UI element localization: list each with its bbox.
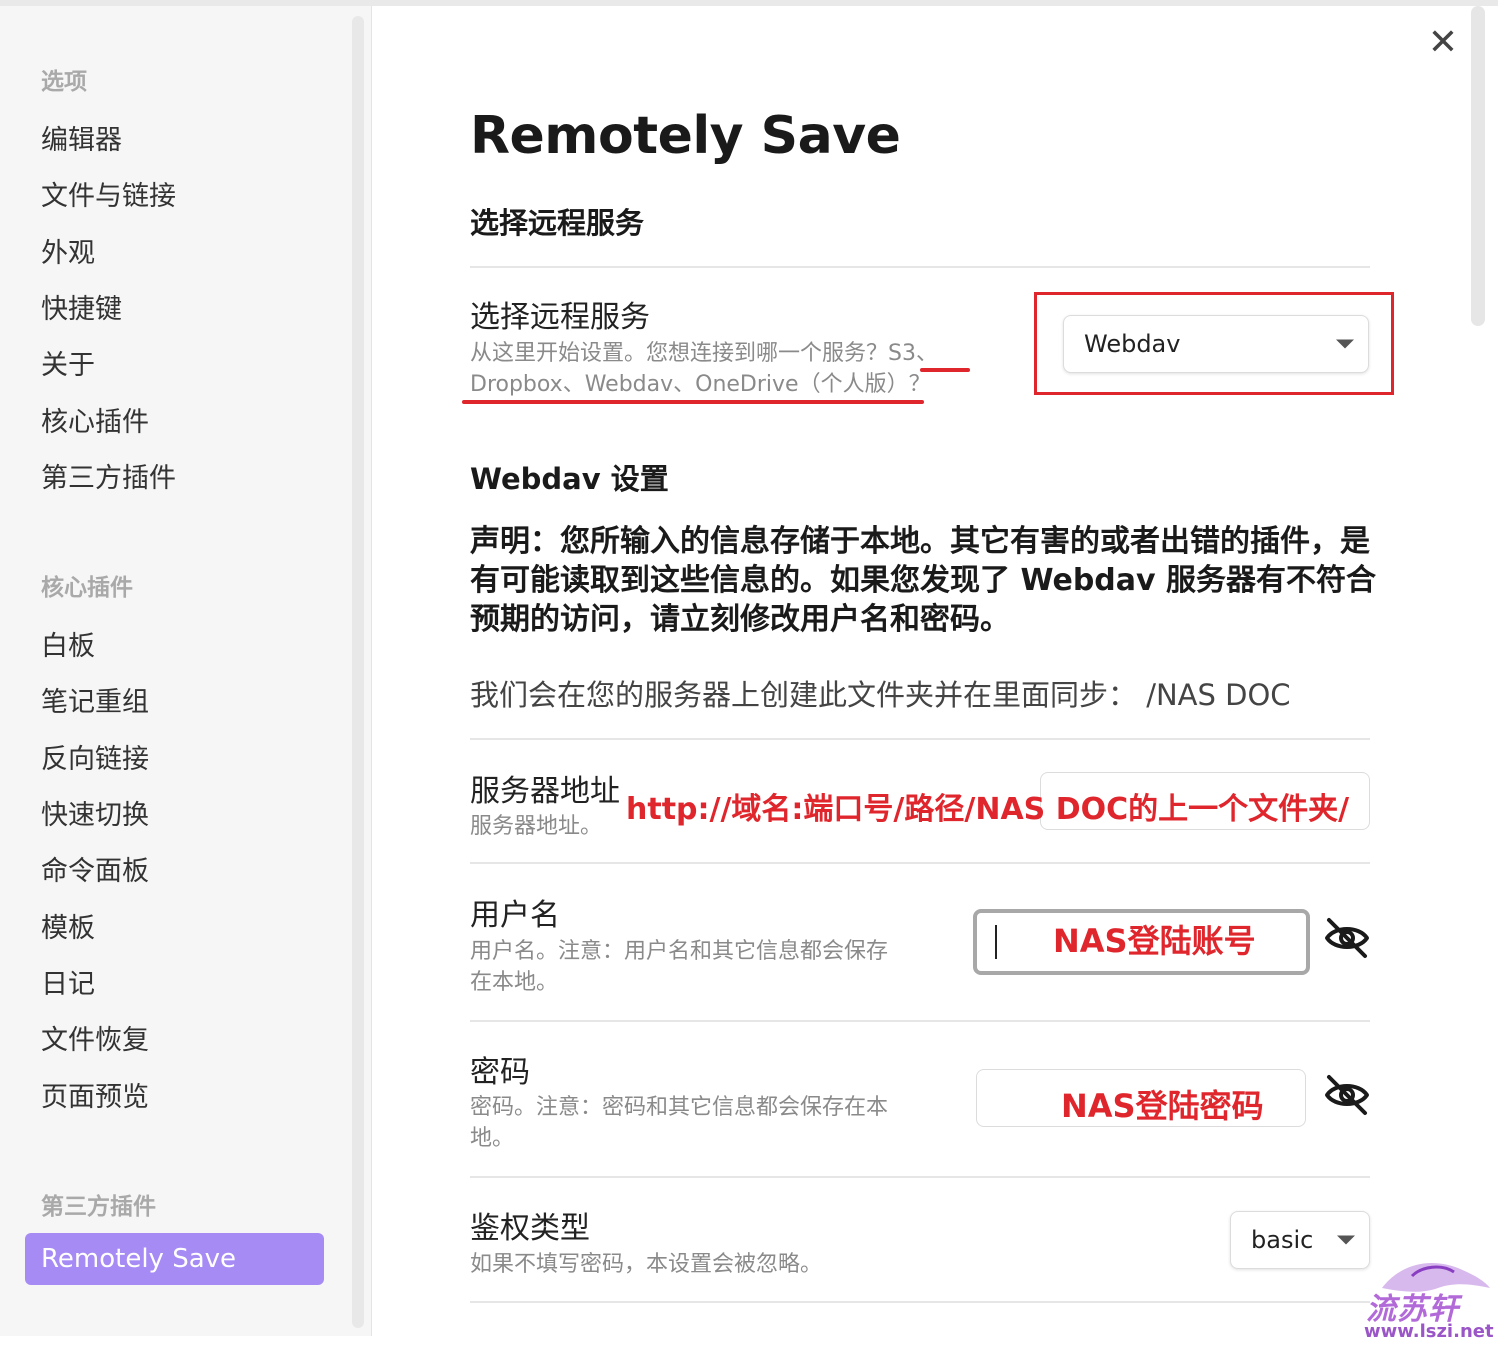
sidebar-item-editor[interactable]: 编辑器 bbox=[41, 118, 122, 157]
setting-desc-password-line1: 密码。注意：密码和其它信息都会保存在本 bbox=[470, 1095, 889, 1120]
divider bbox=[470, 862, 1370, 864]
setting-desc-service-line2: Dropbox、Webdav、OneDrive（个人版）？ bbox=[470, 372, 931, 397]
annotation-username-hint: NAS登陆账号 bbox=[1053, 922, 1256, 960]
sidebar-item-backlinks[interactable]: 反向链接 bbox=[41, 737, 149, 776]
sidebar-item-about[interactable]: 关于 bbox=[41, 343, 95, 382]
sidebar-item-canvas[interactable]: 白板 bbox=[41, 624, 95, 663]
sidebar-item-file-recovery[interactable]: 文件恢复 bbox=[41, 1018, 149, 1057]
settings-modal: 选项 编辑器 文件与链接 外观 快捷键 关于 核心插件 第三方插件 核心插件 白… bbox=[0, 0, 1498, 1348]
section-heading-webdav: Webdav 设置 bbox=[470, 462, 669, 496]
watermark-url: www.lszi.net bbox=[1364, 1321, 1494, 1342]
annotation-server-hint: http://域名:端口号/路径/NAS DOC的上一个文件夹/ bbox=[626, 792, 1350, 827]
annotation-underline bbox=[462, 400, 924, 404]
content-scrollbar[interactable] bbox=[1471, 6, 1485, 326]
chevron-down-icon bbox=[1337, 1235, 1355, 1245]
text-cursor bbox=[995, 925, 997, 959]
setting-name-username: 用户名 bbox=[470, 898, 560, 933]
setting-desc-username-line2: 在本地。 bbox=[470, 970, 559, 995]
setting-desc-service-line1: 从这里开始设置。您想连接到哪一个服务？S3、 bbox=[470, 341, 938, 366]
sidebar-item-core-plugins[interactable]: 核心插件 bbox=[41, 400, 149, 439]
auth-type-select-value: basic bbox=[1251, 1226, 1314, 1254]
sidebar-group-core: 核心插件 bbox=[41, 575, 133, 601]
setting-name-service: 选择远程服务 bbox=[470, 300, 650, 335]
setting-desc-password-line2: 地。 bbox=[470, 1126, 515, 1151]
divider bbox=[470, 1301, 1370, 1303]
setting-name-server: 服务器地址 bbox=[470, 774, 620, 809]
sidebar-item-templates[interactable]: 模板 bbox=[41, 906, 95, 945]
divider bbox=[470, 738, 1370, 740]
sidebar-item-appearance[interactable]: 外观 bbox=[41, 231, 95, 270]
sidebar-item-remotely-save[interactable]: Remotely Save bbox=[25, 1233, 324, 1285]
remote-folder-info: 我们会在您的服务器上创建此文件夹并在里面同步： /NAS DOC bbox=[470, 678, 1291, 712]
sidebar-scrollbar[interactable] bbox=[352, 16, 364, 1328]
page-title: Remotely Save bbox=[470, 106, 901, 166]
auth-type-select[interactable]: basic bbox=[1230, 1211, 1370, 1269]
notice-text-bold: Webdav bbox=[1020, 563, 1156, 598]
setting-desc-username-line1: 用户名。注意：用户名和其它信息都会保存 bbox=[470, 939, 889, 964]
annotation-underline bbox=[920, 368, 970, 372]
close-button[interactable]: ✕ bbox=[1426, 25, 1460, 61]
sidebar-group-third-party: 第三方插件 bbox=[41, 1194, 156, 1220]
service-select-value: Webdav bbox=[1084, 330, 1181, 358]
divider bbox=[470, 1176, 1370, 1178]
section-heading-service: 选择远程服务 bbox=[470, 206, 645, 240]
annotation-password-hint: NAS登陆密码 bbox=[1061, 1087, 1264, 1125]
sidebar-item-note-composer[interactable]: 笔记重组 bbox=[41, 680, 149, 719]
eye-off-icon[interactable] bbox=[1323, 914, 1371, 962]
sidebar-group-options: 选项 bbox=[41, 69, 87, 95]
eye-off-icon[interactable] bbox=[1323, 1071, 1371, 1119]
setting-desc-auth-type: 如果不填写密码，本设置会被忽略。 bbox=[470, 1252, 823, 1277]
setting-desc-server: 服务器地址。 bbox=[470, 814, 603, 839]
divider bbox=[470, 266, 1370, 268]
chevron-down-icon bbox=[1336, 339, 1354, 349]
divider bbox=[470, 1020, 1370, 1022]
sidebar-item-command-palette[interactable]: 命令面板 bbox=[41, 849, 149, 888]
sidebar-item-hotkeys[interactable]: 快捷键 bbox=[41, 287, 122, 326]
sidebar-item-files-links[interactable]: 文件与链接 bbox=[41, 174, 176, 213]
sidebar-item-daily-notes[interactable]: 日记 bbox=[41, 962, 95, 1001]
setting-name-password: 密码 bbox=[470, 1055, 530, 1090]
service-select[interactable]: Webdav bbox=[1063, 315, 1369, 373]
setting-name-auth-type: 鉴权类型 bbox=[470, 1211, 590, 1246]
security-notice: 声明：您所输入的信息存储于本地。其它有害的或者出错的插件，是有可能读取到这些信息… bbox=[470, 522, 1380, 639]
sidebar-item-quick-switcher[interactable]: 快速切换 bbox=[41, 793, 149, 832]
sidebar-item-page-preview[interactable]: 页面预览 bbox=[41, 1075, 149, 1114]
sidebar-item-community-plugins[interactable]: 第三方插件 bbox=[41, 456, 176, 495]
